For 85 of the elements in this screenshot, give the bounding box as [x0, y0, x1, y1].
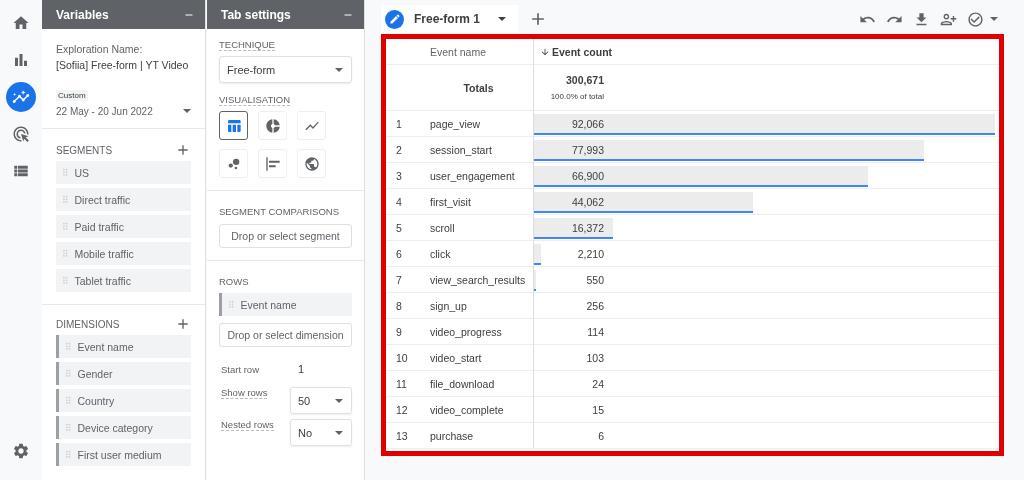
- option-label: Show rows: [221, 387, 268, 399]
- row-index: 6: [386, 241, 424, 267]
- globe-icon: [303, 155, 320, 172]
- row-index: 9: [386, 319, 424, 345]
- table-cell: purchase: [424, 423, 534, 449]
- row-index: 8: [386, 293, 424, 319]
- total-value: 300,671: [565, 74, 604, 86]
- row-index: 5: [386, 215, 424, 241]
- table-cell-text: 66,900: [570, 169, 604, 182]
- start-row-field[interactable]: 1: [290, 363, 352, 375]
- exploration-name: [Sofiia] Free-form | YT Video: [56, 59, 190, 72]
- section-title: SEGMENT COMPARISONS: [219, 205, 340, 218]
- row-index: 3: [386, 163, 424, 189]
- panel-title: Tab settings: [221, 7, 291, 22]
- column-header[interactable]: Event count: [534, 39, 999, 65]
- segment-chip[interactable]: US: [56, 161, 191, 184]
- table-cell-text: 6: [597, 429, 604, 442]
- table-cell: sign_up: [424, 293, 534, 319]
- table-icon: [225, 117, 242, 134]
- segment-drop-zone[interactable]: Drop or select segment: [219, 224, 352, 248]
- section-title: TECHNIQUE: [219, 39, 275, 51]
- field-label: Exploration Name:: [56, 43, 144, 56]
- table-cell-text: 550: [585, 273, 604, 286]
- column-header[interactable]: Event name: [424, 39, 534, 65]
- table-cell-text: 92,066: [570, 117, 604, 130]
- chart-type-button[interactable]: [219, 111, 248, 140]
- table-cell: file_download: [424, 371, 534, 397]
- cursor-click-icon: [11, 125, 30, 143]
- section-title: DIMENSIONS: [56, 318, 120, 330]
- date-badge: Custom: [56, 90, 88, 101]
- row-index: 13: [386, 423, 424, 449]
- home-icon: [11, 14, 30, 32]
- dimension-drop-zone[interactable]: Drop or select dimension: [219, 323, 352, 347]
- tab[interactable]: Free-form 1: [381, 5, 519, 33]
- add-icon[interactable]: [175, 316, 191, 332]
- option-label: Nested rows: [221, 419, 274, 431]
- segment-chip[interactable]: Mobile traffic: [56, 242, 191, 265]
- segment-chip[interactable]: Tablet traffic: [56, 269, 191, 292]
- donut-chart-icon: [264, 117, 281, 134]
- dimension-chip[interactable]: Gender: [56, 362, 191, 385]
- bar-chart-icon: [264, 155, 281, 172]
- option-label: Start row: [221, 363, 259, 375]
- row-index: 1: [386, 111, 424, 137]
- date-range-picker[interactable]: 22 May - 20 Jun 2022: [56, 104, 197, 118]
- dimension-chip[interactable]: Event name: [219, 293, 352, 316]
- trend-chart-icon: [11, 88, 30, 106]
- total-share: 100.0% of total: [549, 92, 604, 101]
- section-title: SEGMENTS: [56, 144, 113, 156]
- caret-icon: [498, 17, 507, 21]
- table-cell: video_start: [424, 345, 534, 371]
- dimension-chip[interactable]: Event name: [56, 335, 191, 358]
- row-index: 11: [386, 371, 424, 397]
- table-cell-text: 24: [591, 377, 604, 390]
- row-index: 7: [386, 267, 424, 293]
- show-rows-dropdown[interactable]: 50: [290, 387, 352, 414]
- table-cell-text: 2,210: [576, 247, 604, 260]
- table-cell: video_progress: [424, 319, 534, 345]
- table-cell-text: 114: [586, 325, 604, 338]
- section-title: ROWS: [219, 275, 250, 288]
- row-index: 2: [386, 137, 424, 163]
- settings-icon[interactable]: [11, 442, 30, 460]
- add-icon[interactable]: [175, 142, 191, 158]
- table-cell-text: 103: [585, 351, 604, 364]
- dimension-chip[interactable]: Device category: [56, 416, 191, 439]
- row-index: 4: [386, 189, 424, 215]
- table-cell-text: 77,993: [570, 143, 604, 156]
- nested-rows-dropdown[interactable]: No: [290, 419, 352, 446]
- edit-icon: [385, 9, 404, 29]
- segment-chip[interactable]: Direct traffic: [56, 188, 191, 211]
- row-index: 10: [386, 345, 424, 371]
- row-index: 12: [386, 397, 424, 423]
- table-cell-text: 256: [585, 299, 604, 312]
- totals-label: Totals: [424, 65, 534, 111]
- dimension-chip[interactable]: First user medium: [56, 443, 191, 466]
- table-cell-text: 44,062: [570, 195, 604, 208]
- table-cell-text: 15: [591, 403, 604, 416]
- section-title: VISUALISATION: [219, 94, 291, 106]
- caret-icon[interactable]: [990, 17, 998, 21]
- dimension-chip[interactable]: Country: [56, 389, 191, 412]
- table-cell: video_complete: [424, 397, 534, 423]
- segment-chip[interactable]: Paid traffic: [56, 215, 191, 238]
- table-cell-text: 16,372: [570, 221, 604, 234]
- technique-dropdown[interactable]: Free-form: [219, 56, 352, 83]
- panel-title: Variables: [56, 7, 109, 22]
- nav-button[interactable]: [5, 82, 36, 112]
